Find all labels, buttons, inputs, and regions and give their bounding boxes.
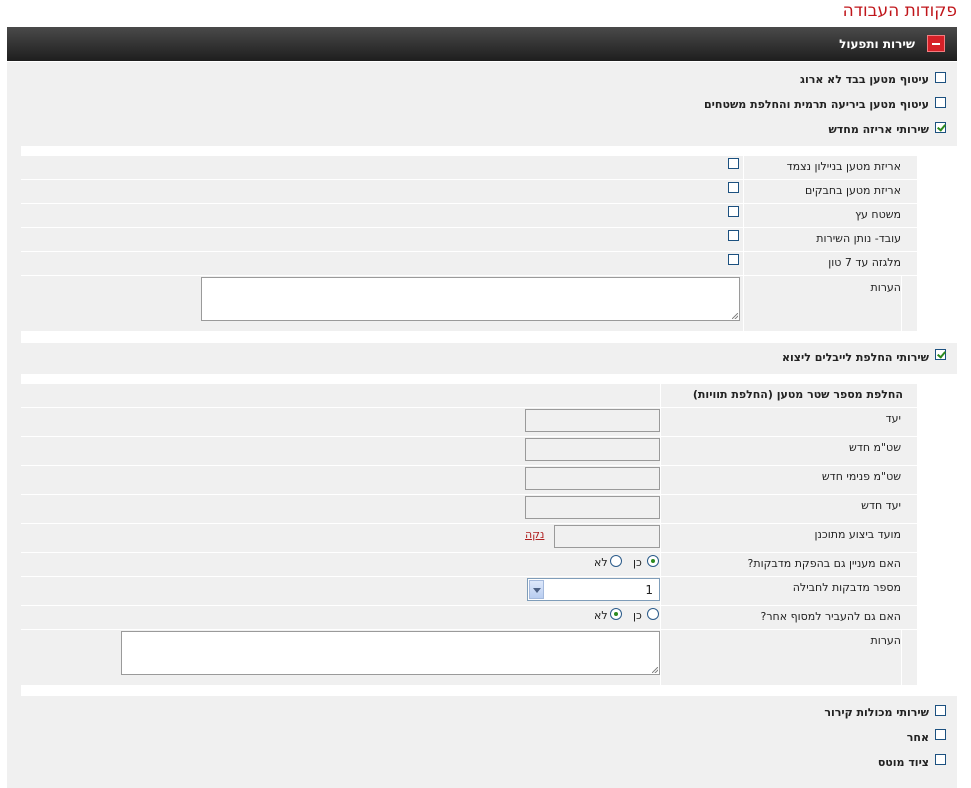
service-label-2: שירותי אריזה מחדש: [828, 123, 929, 136]
repack-label-3: עובד- נותן השירות: [816, 232, 901, 245]
services-panel: עיטוף מטען בבד לא ארוג עיטוף מטען ביריעה…: [7, 62, 957, 146]
repack-row-4: [21, 252, 917, 276]
labels-notes-label: הערות: [870, 634, 901, 647]
per-package-select[interactable]: 1: [527, 578, 660, 601]
field-input-new-internal-bl[interactable]: [525, 467, 660, 490]
repack-notes-textarea[interactable]: [201, 277, 740, 321]
labels-form: החלפת מספר שטר מטען (החלפת תוויות) יעד ש…: [21, 384, 917, 685]
transfer-no-radio[interactable]: [610, 608, 622, 620]
more-service-checkbox-0[interactable]: [935, 705, 946, 716]
more-services-panel: שירותי מכולות קירור אחר ציוד מוטס: [7, 696, 957, 788]
labels-service-label: שירותי החלפת לייבלים ליצוא: [782, 351, 929, 364]
service-checkbox-2[interactable]: [935, 122, 946, 133]
clear-link[interactable]: נקה: [525, 528, 544, 541]
service-checkbox-0[interactable]: [935, 72, 946, 83]
repack-row-2: [21, 204, 917, 228]
stickers-no-radio[interactable]: [610, 555, 622, 567]
per-package-label: מספר מדבקות לחבילה: [792, 581, 901, 594]
repack-label-0: אריזת מטען בניילון נצמד: [786, 160, 901, 173]
planned-date-input[interactable]: [554, 525, 660, 548]
section-title: שירות ותפעול: [839, 37, 915, 51]
service-label-1: עיטוף מטען ביריעה תרמית והחלפת משטחים: [704, 98, 929, 111]
transfer-question: האם גם להעביר למסוף אחר?: [760, 610, 902, 623]
service-label-0: עיטוף מטען בבד לא ארוג: [800, 73, 929, 86]
collapse-minus-icon[interactable]: [927, 35, 945, 52]
field-label-new-dest: יעד חדש: [861, 499, 901, 512]
more-service-label-0: שירותי מכולות קירור: [824, 706, 929, 719]
repack-row-0: [21, 156, 917, 180]
field-input-new-dest[interactable]: [525, 496, 660, 519]
repack-notes-label: הערות: [870, 281, 901, 294]
repack-checkbox-2[interactable]: [728, 206, 739, 217]
labels-service-panel: שירותי החלפת לייבלים ליצוא: [7, 343, 957, 374]
repack-checkbox-0[interactable]: [728, 158, 739, 169]
transfer-yes-radio[interactable]: [647, 608, 659, 620]
repack-wrapper: אריזת מטען בניילון נצמד אריזת מטען בחבקי…: [7, 146, 957, 343]
repack-label-1: אריזת מטען בחבקים: [804, 184, 901, 197]
labels-header: החלפת מספר שטר מטען (החלפת תוויות): [692, 388, 903, 401]
chevron-down-icon[interactable]: [529, 580, 544, 599]
repack-label-2: משטח עץ: [855, 208, 901, 221]
stickers-yes-radio[interactable]: [647, 555, 659, 567]
repack-options: אריזת מטען בניילון נצמד אריזת מטען בחבקי…: [21, 156, 917, 331]
repack-row-1: [21, 180, 917, 204]
service-checkbox-1[interactable]: [935, 97, 946, 108]
field-label-new-bl: שט"מ חדש: [849, 441, 901, 454]
field-label-new-internal-bl: שט"מ פנימי חדש: [821, 470, 901, 483]
per-package-value: 1: [645, 583, 653, 597]
repack-label-4: מלגזה עד 7 טון: [828, 256, 901, 269]
more-service-checkbox-1[interactable]: [935, 729, 946, 740]
labels-service-checkbox[interactable]: [935, 349, 946, 360]
repack-checkbox-1[interactable]: [728, 182, 739, 193]
field-input-new-bl[interactable]: [525, 438, 660, 461]
stickers-question: האם מעניין גם בהפקת מדבקות?: [747, 557, 902, 570]
transfer-yes-label: כן: [633, 609, 642, 622]
repack-checkbox-4[interactable]: [728, 254, 739, 265]
repack-checkbox-3[interactable]: [728, 230, 739, 241]
labels-wrapper: החלפת מספר שטר מטען (החלפת תוויות) יעד ש…: [7, 374, 957, 696]
more-service-checkbox-2[interactable]: [935, 754, 946, 765]
stickers-no-label: לא: [594, 556, 608, 569]
section-header[interactable]: שירות ותפעול: [7, 27, 957, 61]
field-label-dest: יעד: [885, 412, 901, 425]
more-service-label-1: אחר: [906, 731, 929, 744]
stickers-yes-label: כן: [633, 556, 642, 569]
repack-row-3: [21, 228, 917, 252]
labels-notes-textarea[interactable]: [121, 631, 660, 675]
more-service-label-2: ציוד מוטס: [877, 756, 929, 769]
field-input-dest[interactable]: [525, 409, 660, 432]
transfer-no-label: לא: [594, 609, 608, 622]
planned-date-label: מועד ביצוע מתוכנן: [814, 528, 902, 541]
page-title: פקודות העבודה: [842, 1, 957, 21]
